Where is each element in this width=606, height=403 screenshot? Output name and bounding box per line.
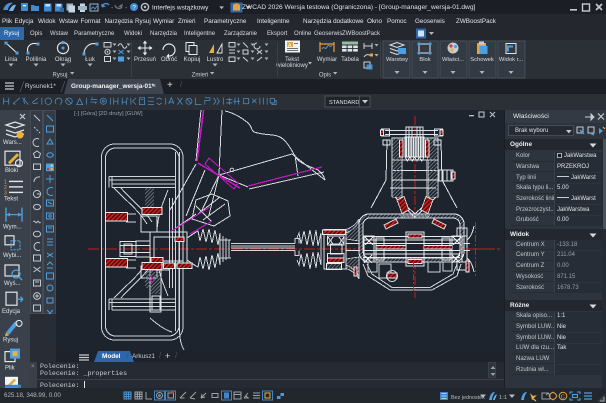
svg-text:STANDARD: STANDARD	[329, 100, 359, 106]
svg-text:Bloki: Bloki	[5, 168, 18, 174]
svg-text:Blok: Blok	[419, 57, 430, 63]
svg-text:Tabela: Tabela	[341, 57, 359, 63]
svg-text:Edycja: Edycja	[2, 309, 21, 315]
svg-text:Bez jednostek: Bez jednostek	[451, 394, 485, 400]
svg-text:Wyś...: Wyś...	[4, 281, 21, 287]
svg-text:Wymiar: Wymiar	[317, 57, 337, 63]
svg-text:Rysuj: Rysuj	[3, 337, 18, 343]
svg-text:Wym...: Wym...	[3, 225, 22, 231]
svg-text:Linia: Linia	[5, 57, 18, 63]
svg-text:Plik: Plik	[5, 366, 16, 372]
svg-text:Właści...: Właści...	[442, 57, 464, 63]
svg-text:Opis: Opis	[319, 73, 331, 79]
svg-text:Kopiuj: Kopiuj	[184, 57, 201, 63]
svg-text:Interfejs wstążkowy: Interfejs wstążkowy	[152, 5, 209, 12]
svg-text:Widok r...: Widok r...	[499, 57, 524, 63]
svg-text:Lustro: Lustro	[207, 57, 224, 63]
svg-text:Rysuj: Rysuj	[52, 73, 67, 79]
svg-text:Polilinia: Polilinia	[26, 57, 47, 63]
svg-text:Wybi...: Wybi...	[3, 253, 22, 259]
svg-text:1:1: 1:1	[499, 395, 507, 401]
svg-text:C: C	[561, 394, 565, 400]
svg-text:Wars...: Wars...	[3, 140, 22, 146]
svg-text:Łuk: Łuk	[85, 57, 96, 63]
svg-text:Tekst: Tekst	[4, 196, 18, 202]
svg-text:Zmień: Zmień	[192, 73, 209, 79]
svg-text:?: ?	[132, 5, 136, 12]
svg-text:Okrąg: Okrąg	[55, 57, 71, 63]
svg-text:Warstwy: Warstwy	[386, 57, 408, 63]
svg-text:-: -	[125, 5, 128, 12]
svg-text:Przesuń: Przesuń	[134, 57, 156, 63]
svg-text:Schowek: Schowek	[470, 57, 494, 63]
svg-text:wieloliniowy: wieloliniowy	[275, 63, 308, 69]
svg-text:-: -	[111, 5, 114, 12]
